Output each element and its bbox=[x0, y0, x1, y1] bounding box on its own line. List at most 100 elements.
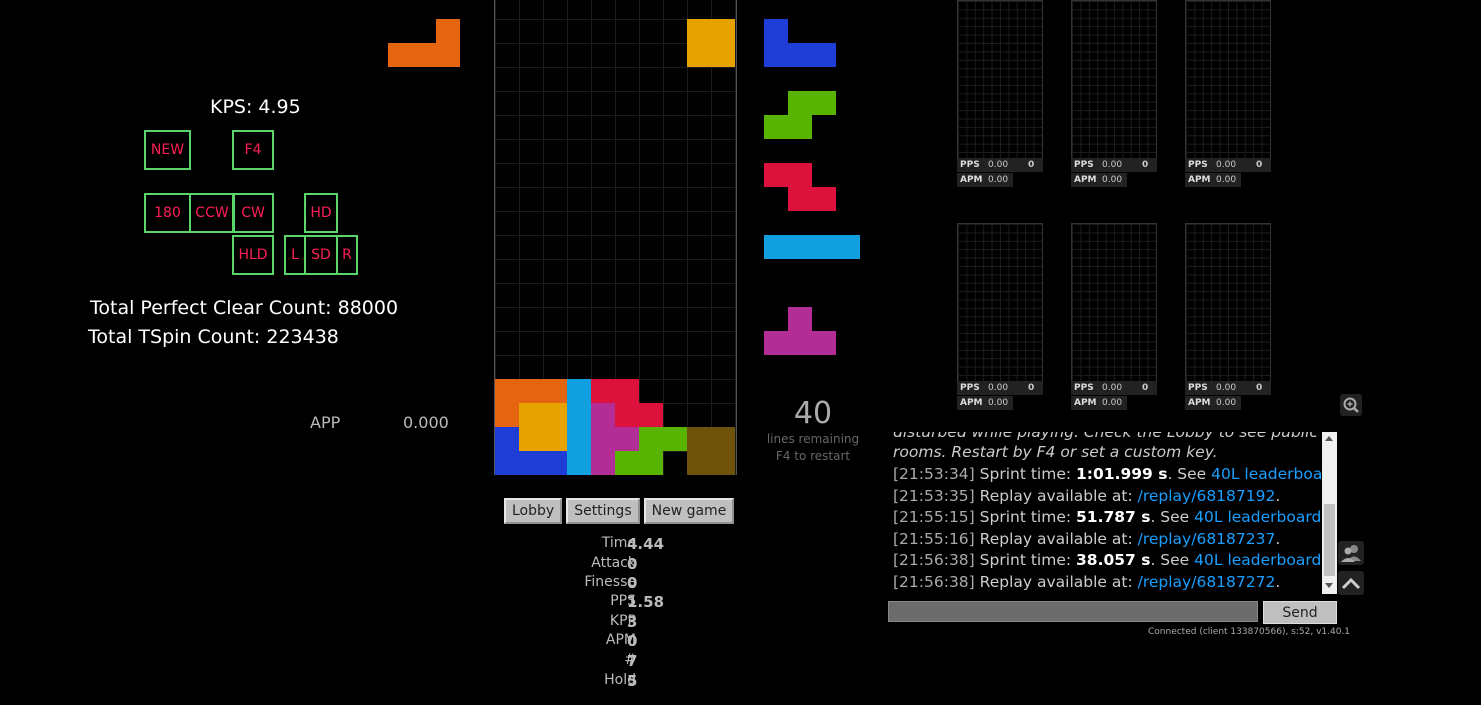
chat-message-partial: disturbed while playing. Check the Lobby… bbox=[893, 432, 1318, 441]
stat-value: 5 bbox=[627, 672, 638, 690]
chat-timestamp: [21:56:38] bbox=[893, 573, 975, 591]
opponent-stats: PPS 0.00 0 APM 0.00 bbox=[957, 158, 1043, 188]
new-game-button[interactable]: New game bbox=[643, 498, 735, 524]
stack-cell bbox=[591, 403, 615, 475]
stat-row: Hold 5 bbox=[520, 672, 760, 691]
opponent-grid bbox=[957, 223, 1043, 382]
chat-sprint-time: 51.787 s bbox=[1076, 508, 1151, 526]
chat-timestamp: [21:55:16] bbox=[893, 530, 975, 548]
apm-row: APM 0.00 bbox=[1185, 173, 1241, 187]
next-cell bbox=[764, 235, 860, 259]
replay-link[interactable]: /replay/68187272 bbox=[1138, 573, 1276, 591]
key-f4: F4 bbox=[232, 130, 274, 170]
leaderboard-link[interactable]: 40L leaderboard bbox=[1211, 465, 1337, 483]
chat-message: [21:55:15] Sprint time: 51.787 s. See 40… bbox=[893, 508, 1326, 526]
leaderboard-link[interactable]: 40L leaderboard bbox=[1194, 508, 1321, 526]
chat-text: Replay available at: bbox=[979, 487, 1138, 505]
pps-row: PPS 0.00 0 bbox=[1185, 381, 1271, 395]
chat-log[interactable]: disturbed while playing. Check the Lobby… bbox=[889, 432, 1337, 594]
opponent-board: PPS 0.00 0 APM 0.00 bbox=[1185, 223, 1271, 411]
chat-scrollbar[interactable] bbox=[1322, 432, 1337, 594]
scroll-up-icon[interactable] bbox=[1325, 436, 1333, 441]
stat-value: 0 bbox=[627, 555, 638, 573]
chat-sprint-time: 1:01.999 s bbox=[1076, 465, 1168, 483]
chat-text: Replay available at: bbox=[979, 573, 1138, 591]
chat-message: [21:53:34] Sprint time: 1:01.999 s. See … bbox=[893, 465, 1337, 483]
opponent-grid bbox=[1071, 0, 1157, 159]
send-button[interactable]: Send bbox=[1263, 601, 1337, 624]
stat-row: Time 4.44 bbox=[520, 535, 760, 554]
opponent-board: PPS 0.00 0 APM 0.00 bbox=[957, 223, 1043, 411]
pps-label: PPS bbox=[1188, 383, 1208, 393]
app-label: APP bbox=[310, 413, 341, 432]
chevron-up-icon[interactable] bbox=[1338, 571, 1364, 595]
chat-text: . bbox=[1275, 487, 1281, 505]
opponent-stats: PPS 0.00 0 APM 0.00 bbox=[1071, 158, 1157, 188]
opponent-board: PPS 0.00 0 APM 0.00 bbox=[1071, 0, 1157, 188]
apm-label: APM bbox=[960, 398, 983, 408]
opponent-grid bbox=[1071, 223, 1157, 382]
pps-label: PPS bbox=[1188, 160, 1208, 170]
next-cell bbox=[764, 19, 788, 67]
stack-cell bbox=[567, 379, 591, 475]
settings-button[interactable]: Settings bbox=[566, 498, 640, 524]
stack-cell bbox=[519, 451, 567, 475]
chat-text: Sprint time: bbox=[979, 551, 1077, 569]
opponent-count: 0 bbox=[1256, 160, 1263, 170]
apm-value: 0.00 bbox=[1216, 175, 1237, 185]
lobby-button[interactable]: Lobby bbox=[504, 498, 563, 524]
pps-value: 0.00 bbox=[1102, 160, 1123, 170]
pps-row: PPS 0.00 0 bbox=[1185, 158, 1271, 172]
chat-message: [21:53:35] Replay available at: /replay/… bbox=[893, 487, 1280, 505]
opponent-grid bbox=[957, 0, 1043, 159]
chat-message: [21:55:16] Replay available at: /replay/… bbox=[893, 530, 1280, 548]
replay-link[interactable]: /replay/68187237 bbox=[1138, 530, 1276, 548]
opponent-count: 0 bbox=[1256, 383, 1263, 393]
stack-cell bbox=[639, 427, 687, 451]
chat-text: . See bbox=[1150, 508, 1195, 526]
stat-row: Finesse 0 bbox=[520, 574, 760, 593]
leaderboard-link[interactable]: 40L leaderboard bbox=[1194, 551, 1321, 569]
users-icon[interactable] bbox=[1338, 541, 1364, 565]
key-r: R bbox=[336, 235, 358, 275]
stat-row: PPS 1.58 bbox=[520, 593, 760, 612]
pps-value: 0.00 bbox=[988, 160, 1009, 170]
chat-timestamp: [21:56:38] bbox=[893, 551, 975, 569]
stat-row: APM 0 bbox=[520, 632, 760, 651]
next-cell bbox=[788, 187, 836, 211]
stack-cell bbox=[615, 451, 663, 475]
game-board[interactable] bbox=[494, 0, 737, 475]
chat-text: . See bbox=[1167, 465, 1212, 483]
opponent-board: PPS 0.00 0 APM 0.00 bbox=[1185, 0, 1271, 188]
pps-row: PPS 0.00 0 bbox=[1071, 158, 1157, 172]
pps-row: PPS 0.00 0 bbox=[957, 158, 1043, 172]
hold-cell bbox=[436, 43, 460, 67]
hold-cell bbox=[412, 43, 436, 67]
next-queue bbox=[764, 19, 864, 359]
replay-link[interactable]: /replay/68187192 bbox=[1138, 487, 1276, 505]
hold-cell bbox=[388, 43, 412, 67]
stack-cell bbox=[495, 379, 567, 403]
perfect-clear-count: Total Perfect Clear Count: 88000 bbox=[90, 297, 399, 319]
apm-value: 0.00 bbox=[1216, 398, 1237, 408]
stat-value: 4.44 bbox=[627, 535, 665, 553]
key-hld: HLD bbox=[232, 235, 274, 275]
key-180: 180 bbox=[144, 193, 191, 233]
apm-row: APM 0.00 bbox=[1071, 396, 1127, 410]
scroll-down-icon[interactable] bbox=[1325, 583, 1333, 588]
scroll-thumb[interactable] bbox=[1324, 504, 1335, 576]
pps-value: 0.00 bbox=[1216, 160, 1237, 170]
stat-row: Attack 0 bbox=[520, 555, 760, 574]
chat-input[interactable] bbox=[888, 601, 1258, 622]
next-cell bbox=[764, 331, 836, 355]
opponent-board: PPS 0.00 0 APM 0.00 bbox=[1071, 223, 1157, 411]
lines-remaining-label: lines remaining bbox=[766, 432, 860, 446]
chat-text: . bbox=[1275, 573, 1281, 591]
key-l: L bbox=[284, 235, 306, 275]
restart-hint: F4 to restart bbox=[775, 449, 851, 463]
opponent-board: PPS 0.00 0 APM 0.00 bbox=[957, 0, 1043, 188]
opponent-stats: PPS 0.00 0 APM 0.00 bbox=[1071, 381, 1157, 411]
zoom-icon[interactable] bbox=[1340, 394, 1362, 416]
chat-timestamp: [21:55:15] bbox=[893, 508, 975, 526]
next-cell bbox=[788, 91, 836, 115]
